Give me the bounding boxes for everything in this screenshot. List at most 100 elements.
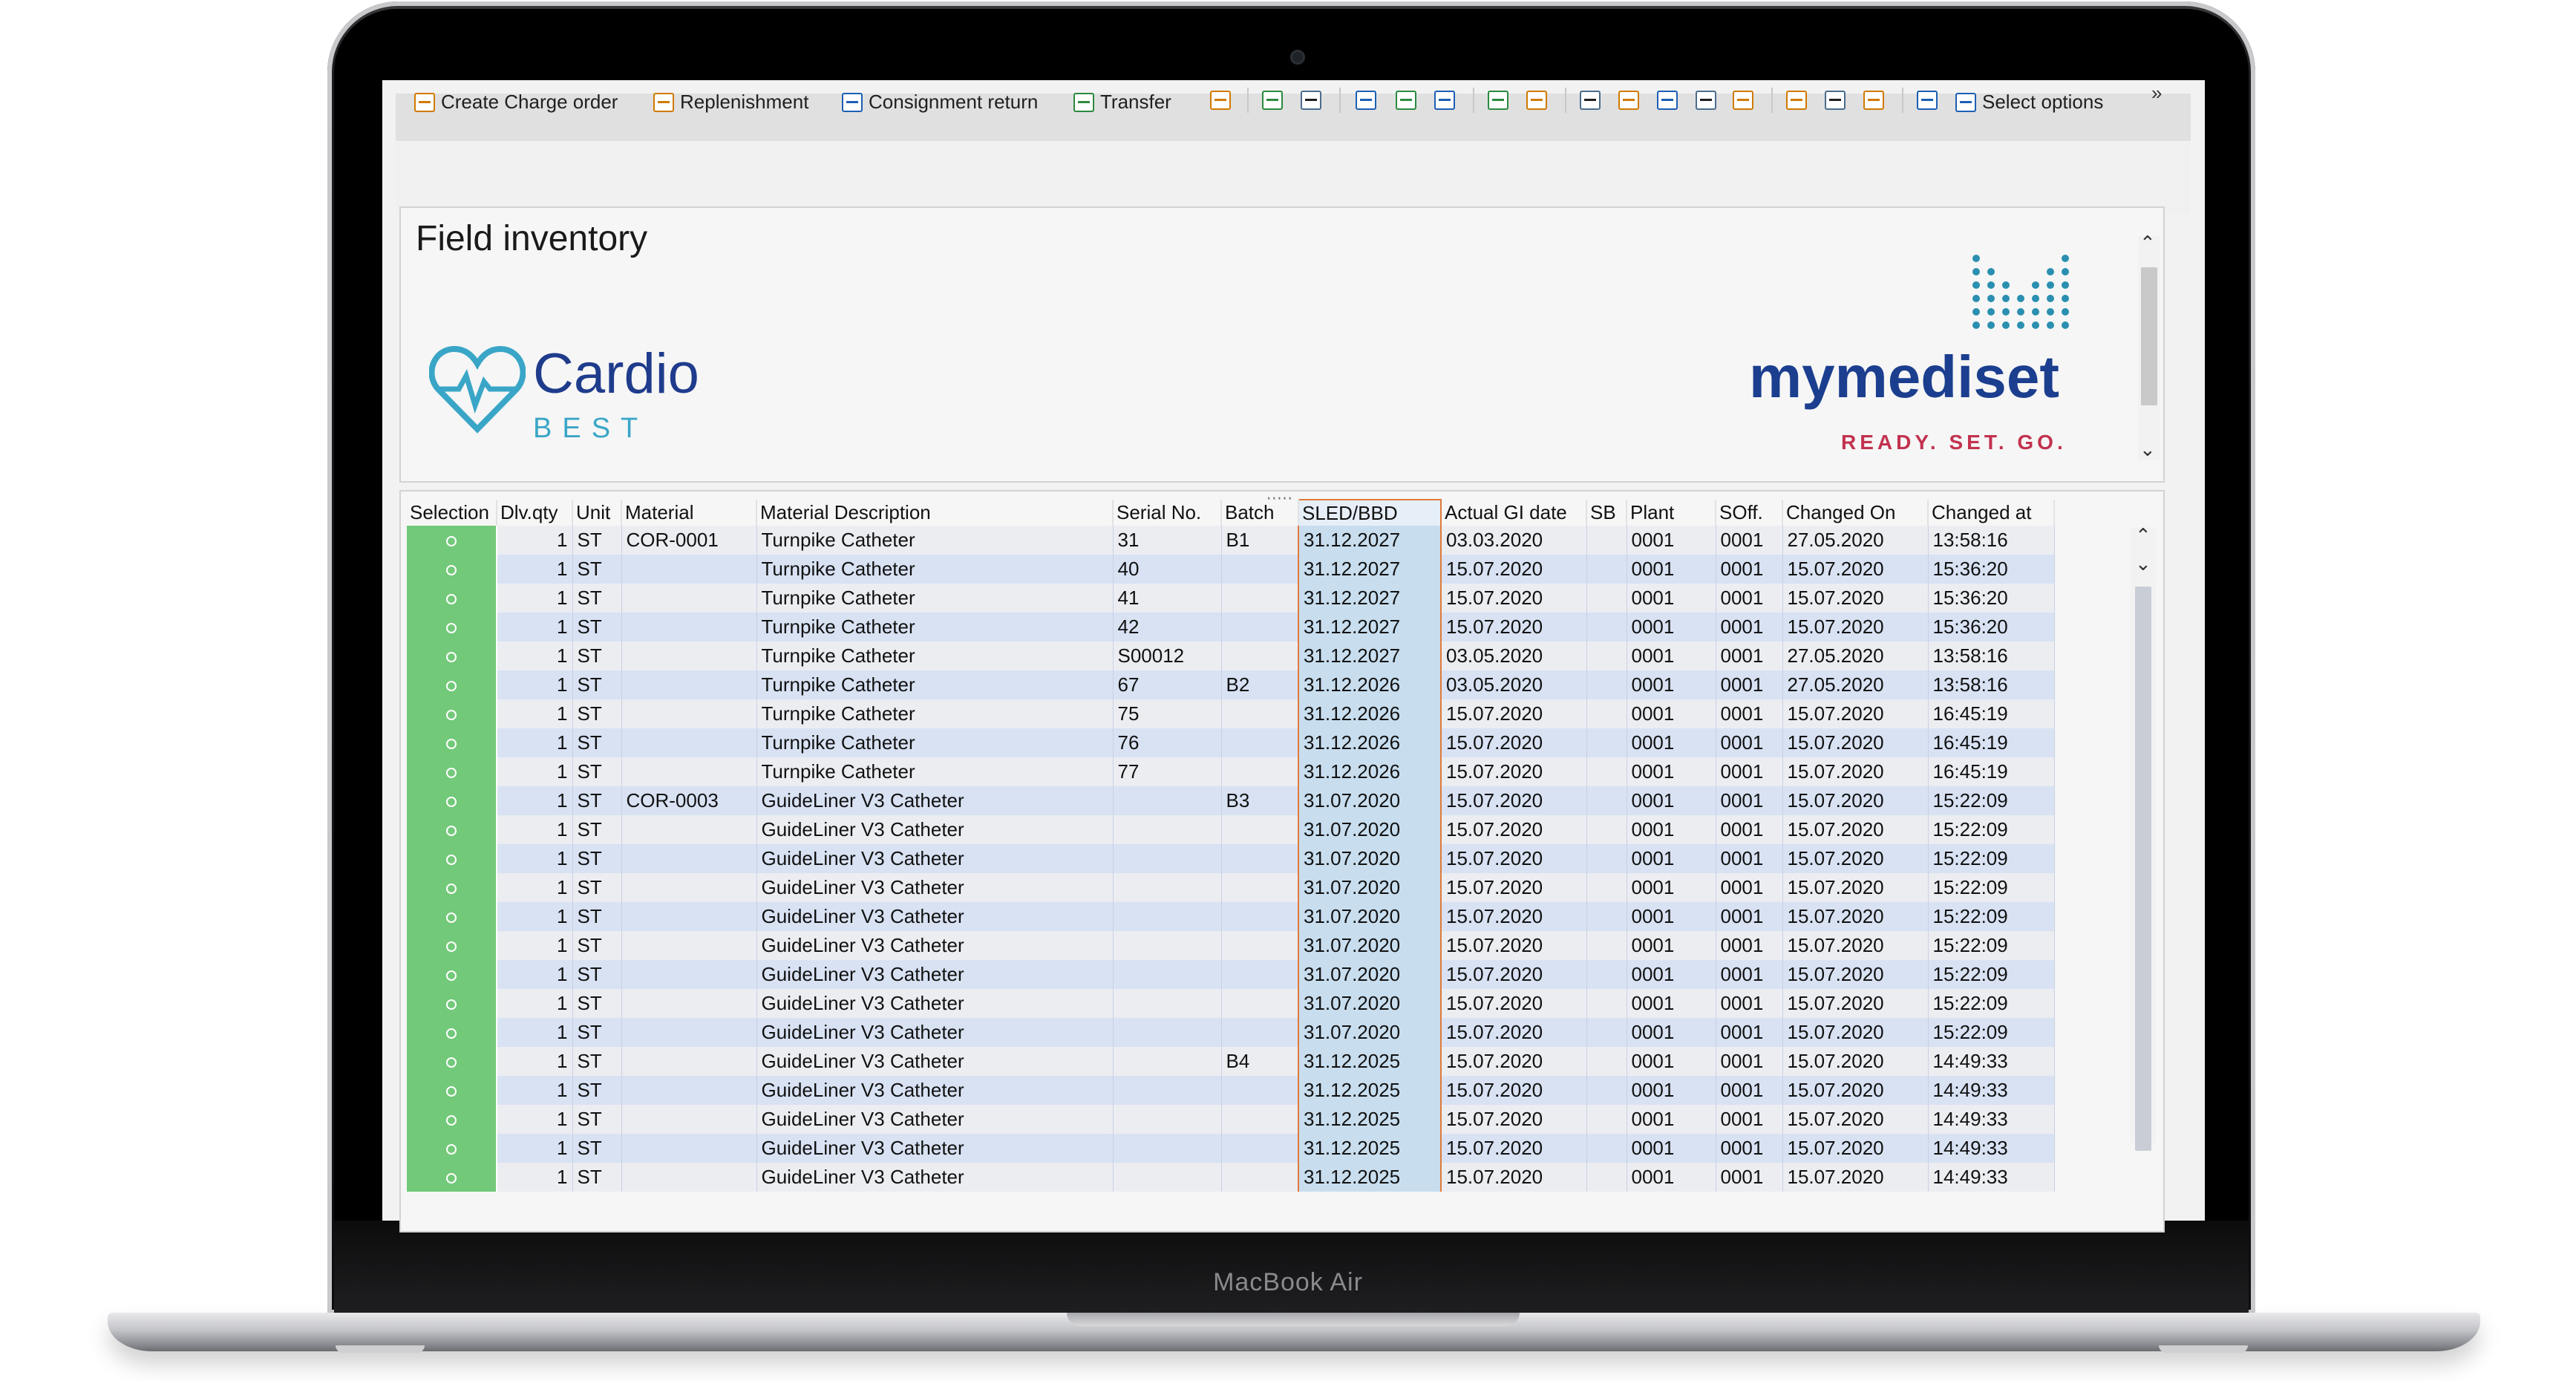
table-row[interactable]: 1 ST GuideLiner V3 Catheter 31.12.2025 15.07… — [407, 1105, 2055, 1134]
column-header-material-description[interactable]: Material Description — [756, 500, 1114, 526]
table-row[interactable]: 1 ST Turnpike Catheter 76 31.12.2026 15.07.20… — [407, 728, 2055, 757]
radio-button-icon[interactable] — [446, 855, 457, 866]
radio-button-icon[interactable] — [446, 623, 457, 634]
details-button[interactable] — [1262, 91, 1283, 110]
radio-button-icon[interactable] — [446, 999, 457, 1011]
radio-button-icon[interactable] — [446, 594, 457, 605]
row-select-cell[interactable] — [407, 1018, 497, 1047]
column-header-unit[interactable]: Unit — [572, 500, 622, 526]
row-select-cell[interactable] — [407, 555, 497, 584]
table-row[interactable]: 1 ST COR-0003 GuideLiner V3 Catheter B3 31.07… — [407, 786, 2055, 815]
row-select-cell[interactable] — [407, 584, 497, 613]
row-select-cell[interactable] — [407, 960, 497, 989]
row-select-cell[interactable] — [407, 786, 497, 815]
row-select-cell[interactable] — [407, 815, 497, 844]
info-button[interactable] — [1917, 91, 1938, 110]
table-scroll-up-icon[interactable]: ⌃ — [2135, 524, 2151, 547]
row-select-cell[interactable] — [407, 641, 497, 670]
row-select-cell[interactable] — [407, 902, 497, 931]
radio-button-icon[interactable] — [446, 652, 457, 663]
column-header-sled-bbd[interactable]: SLED/BBD — [1298, 499, 1442, 526]
consignment-return-button[interactable]: Consignment return — [842, 91, 1038, 114]
radio-button-icon[interactable] — [446, 1173, 457, 1184]
column-header-batch[interactable]: Batch — [1221, 500, 1299, 526]
radio-button-icon[interactable] — [446, 1057, 457, 1068]
radio-button-icon[interactable] — [446, 681, 457, 692]
scroll-down-icon[interactable]: ⌄ — [2139, 438, 2156, 461]
row-select-cell[interactable] — [407, 844, 497, 873]
radio-button-icon[interactable] — [446, 739, 457, 750]
column-header-soff[interactable]: SOff. — [1716, 500, 1783, 526]
row-select-cell[interactable] — [407, 613, 497, 641]
column-header-plant[interactable]: Plant — [1627, 500, 1716, 526]
table-row[interactable]: 1 ST Turnpike Catheter S00012 31.12.2027 03.0… — [407, 641, 2055, 670]
column-header-serial-no[interactable]: Serial No. — [1113, 500, 1222, 526]
row-select-cell[interactable] — [407, 699, 497, 728]
radio-button-icon[interactable] — [446, 884, 457, 895]
radio-button-icon[interactable] — [446, 1028, 457, 1039]
header-scrollbar-thumb[interactable] — [2141, 267, 2157, 405]
table-row[interactable]: 1 ST GuideLiner V3 Catheter 31.07.2020 15.07… — [407, 989, 2055, 1018]
more-toolbar-button[interactable]: » — [2151, 82, 2162, 105]
subtotal-button[interactable] — [1526, 91, 1547, 110]
table-row[interactable]: 1 ST Turnpike Catheter 77 31.12.2026 15.07.20… — [407, 757, 2055, 786]
select-options-button[interactable]: Select options — [1955, 91, 2103, 114]
radio-button-icon[interactable] — [446, 565, 457, 576]
radio-button-icon[interactable] — [446, 1115, 457, 1126]
transfer-button[interactable]: Transfer — [1073, 91, 1171, 114]
row-select-cell[interactable] — [407, 931, 497, 960]
table-row[interactable]: 1 ST GuideLiner V3 Catheter 31.07.2020 15.07… — [407, 1018, 2055, 1047]
sort-descending-button[interactable] — [1396, 91, 1416, 110]
graphic-button[interactable] — [1733, 91, 1753, 110]
scroll-up-icon[interactable]: ⌃ — [2139, 232, 2156, 255]
table-row[interactable]: 1 ST GuideLiner V3 Catheter 31.07.2020 15.07… — [407, 902, 2055, 931]
table-scrollbar-thumb[interactable] — [2135, 587, 2151, 1151]
calendar-button[interactable] — [1696, 91, 1716, 110]
radio-button-icon[interactable] — [446, 1086, 457, 1097]
table-row[interactable]: 1 ST Turnpike Catheter 67 B2 31.12.2026 03.05.… — [407, 670, 2055, 699]
row-select-cell[interactable] — [407, 526, 497, 555]
print-preview-button[interactable] — [1301, 91, 1321, 110]
radio-button-icon[interactable] — [446, 1144, 457, 1155]
table-row[interactable]: 1 ST GuideLiner V3 Catheter 31.07.2020 15.07… — [407, 960, 2055, 989]
table-row[interactable]: 1 ST GuideLiner V3 Catheter 31.12.2025 15.07… — [407, 1163, 2055, 1192]
send-button[interactable] — [1657, 91, 1678, 110]
row-select-cell[interactable] — [407, 1134, 497, 1163]
export-button[interactable] — [1580, 91, 1601, 110]
column-header-changed-at[interactable]: Changed at — [1928, 500, 2055, 526]
column-header-sb[interactable]: SB — [1586, 500, 1627, 526]
table-scroll-down-icon[interactable]: ⌄ — [2135, 552, 2151, 575]
choose-layout-button[interactable] — [1825, 91, 1846, 110]
row-select-cell[interactable] — [407, 757, 497, 786]
table-row[interactable]: 1 ST GuideLiner V3 Catheter 31.12.2025 15.07… — [407, 1134, 2055, 1163]
table-row[interactable]: 1 ST GuideLiner V3 Catheter B4 31.12.2025 15.… — [407, 1047, 2055, 1076]
radio-button-icon[interactable] — [446, 536, 457, 547]
radio-button-icon[interactable] — [446, 941, 457, 953]
table-row[interactable]: 1 ST GuideLiner V3 Catheter 31.07.2020 15.07… — [407, 844, 2055, 873]
radio-button-icon[interactable] — [446, 768, 457, 779]
table-row[interactable]: 1 ST GuideLiner V3 Catheter 31.07.2020 15.07… — [407, 873, 2055, 902]
row-select-cell[interactable] — [407, 670, 497, 699]
table-row[interactable]: 1 ST GuideLiner V3 Catheter 31.12.2025 15.07… — [407, 1076, 2055, 1105]
row-select-cell[interactable] — [407, 873, 497, 902]
column-header-dlv-qty[interactable]: Dlv.qty — [497, 500, 573, 526]
filter-button[interactable] — [1434, 91, 1455, 110]
sort-ascending-button[interactable] — [1356, 91, 1376, 110]
radio-button-icon[interactable] — [446, 710, 457, 721]
table-row[interactable]: 1 ST Turnpike Catheter 42 31.12.2027 15.07.20… — [407, 613, 2055, 641]
row-select-cell[interactable] — [407, 1105, 497, 1134]
row-select-cell[interactable] — [407, 728, 497, 757]
column-set-button[interactable] — [1210, 91, 1231, 110]
row-select-cell[interactable] — [407, 1047, 497, 1076]
row-select-cell[interactable] — [407, 1163, 497, 1192]
column-header-actual-gi-date[interactable]: Actual GI date — [1441, 500, 1587, 526]
create-charge-order-button[interactable]: Create Charge order — [414, 91, 618, 114]
radio-button-icon[interactable] — [446, 797, 457, 808]
row-select-cell[interactable] — [407, 989, 497, 1018]
open-folder-button[interactable] — [1618, 91, 1639, 110]
table-row[interactable]: 1 ST Turnpike Catheter 75 31.12.2026 15.07.20… — [407, 699, 2055, 728]
radio-button-icon[interactable] — [446, 826, 457, 837]
table-row[interactable]: 1 ST COR-0001 Turnpike Catheter 31 B1 31.12.20… — [407, 526, 2055, 555]
column-header-selection[interactable]: Selection — [407, 500, 497, 526]
radio-button-icon[interactable] — [446, 970, 457, 982]
